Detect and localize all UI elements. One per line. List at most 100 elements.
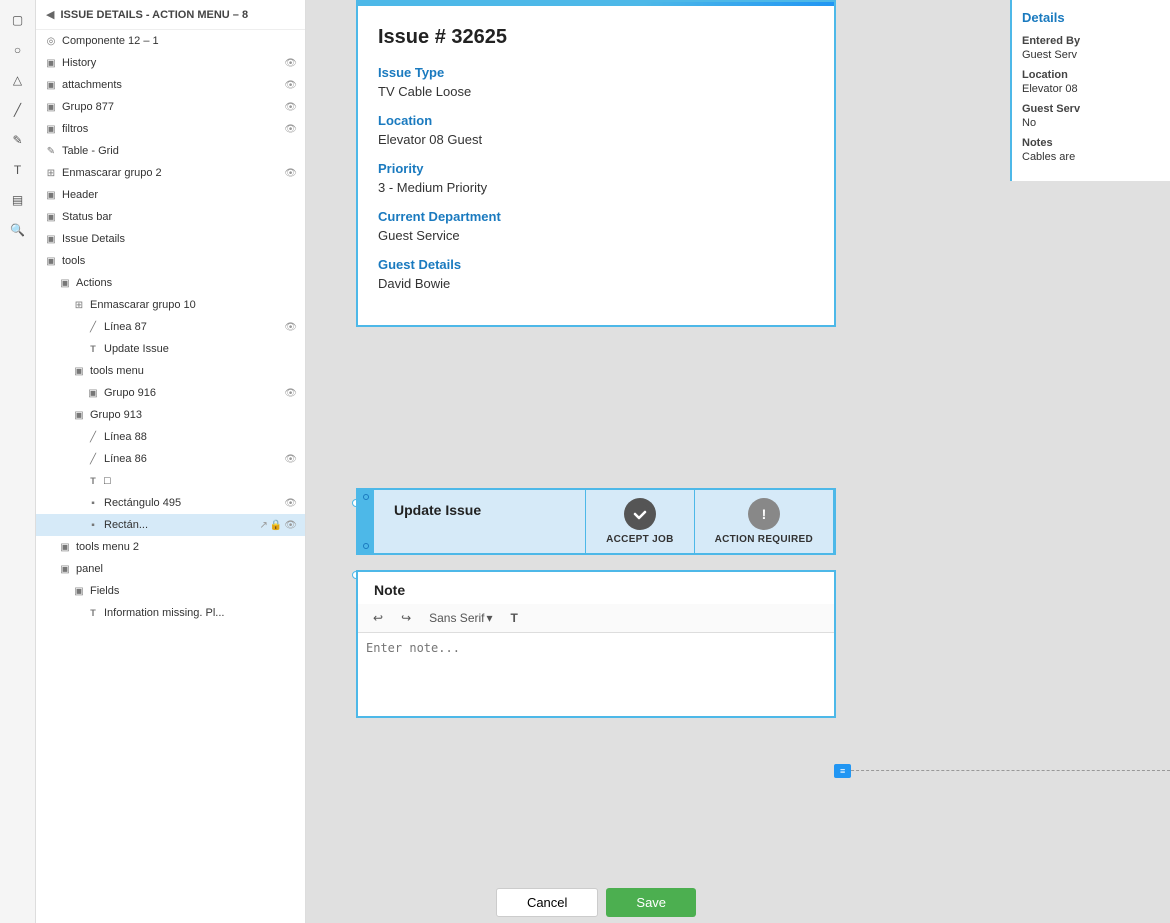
eye-icon[interactable]: 👁: [284, 520, 297, 531]
save-button[interactable]: Save: [606, 888, 696, 917]
toolbar-pen-icon[interactable]: ✎: [6, 128, 30, 152]
text-format-button[interactable]: T: [504, 608, 525, 628]
layer-issue-details[interactable]: ▣ Issue Details: [36, 228, 305, 250]
layer-panel[interactable]: ▣ panel: [36, 558, 305, 580]
update-issue-row: Update Issue ACCEPT JOB ! ACTION REQUIRE…: [356, 488, 836, 555]
eye-icon[interactable]: 👁: [284, 58, 297, 69]
eye-icon[interactable]: 👁: [284, 102, 297, 113]
external-link-icon[interactable]: ↗: [259, 520, 267, 531]
layer-rectangulo-selected[interactable]: ▪ Rectán... ↗ 🔒 👁: [36, 514, 305, 536]
layer-name: Actions: [76, 277, 297, 289]
layer-name: Information missing. Pl...: [104, 607, 297, 619]
layer-tools-menu2[interactable]: ▣ tools menu 2: [36, 536, 305, 558]
layer-name: Table - Grid: [62, 145, 297, 157]
layer-name: Línea 87: [104, 321, 280, 333]
layer-tools[interactable]: ▣ tools: [36, 250, 305, 272]
layer-info-missing[interactable]: T Information missing. Pl...: [36, 602, 305, 624]
layer-attachments[interactable]: ▣ attachments 👁: [36, 74, 305, 96]
text-icon: T: [86, 476, 100, 486]
layer-actions[interactable]: ▣ Actions: [36, 272, 305, 294]
layer-linea86[interactable]: ╱ Línea 86 👁: [36, 448, 305, 470]
layer-grupo916[interactable]: ▣ Grupo 916 👁: [36, 382, 305, 404]
issue-department-label: Current Department: [378, 209, 814, 224]
folder-icon: ▣: [86, 388, 100, 399]
eye-icon[interactable]: 👁: [284, 388, 297, 399]
layer-header[interactable]: ▣ Header: [36, 184, 305, 206]
folder-icon: ▣: [58, 278, 72, 289]
layer-textbox[interactable]: T □: [36, 470, 305, 492]
layer-name: Línea 88: [104, 431, 297, 443]
eye-icon[interactable]: 👁: [284, 80, 297, 91]
guest-service-label: Guest Serv: [1022, 103, 1160, 115]
layer-name: filtros: [62, 123, 280, 135]
note-input[interactable]: [358, 633, 834, 713]
toolbar-grid-icon[interactable]: ▤: [6, 188, 30, 212]
line-icon: ╱: [86, 432, 100, 443]
eye-icon[interactable]: 👁: [284, 322, 297, 333]
eye-icon[interactable]: 👁: [284, 168, 297, 179]
layer-name: □: [104, 475, 297, 487]
layer-statusbar[interactable]: ▣ Status bar: [36, 206, 305, 228]
lock-icon[interactable]: 🔒: [270, 520, 282, 531]
layer-table-grid[interactable]: ✎ Table - Grid: [36, 140, 305, 162]
issue-type-label: Issue Type: [378, 65, 814, 80]
toolbar-text-icon[interactable]: T: [6, 158, 30, 182]
action-required-icon: !: [748, 498, 780, 530]
font-name: Sans Serif: [429, 611, 484, 625]
line-icon: ╱: [86, 454, 100, 465]
layer-name: Enmascarar grupo 2: [62, 167, 280, 179]
undo-button[interactable]: ↩: [366, 608, 390, 628]
issue-type-value: TV Cable Loose: [378, 84, 814, 99]
detail-location-label: Location: [1022, 69, 1160, 81]
issue-priority-value: 3 - Medium Priority: [378, 180, 814, 195]
layer-history[interactable]: ▣ History 👁: [36, 52, 305, 74]
layer-name: Línea 86: [104, 453, 280, 465]
action-required-button[interactable]: ! ACTION REQUIRED: [695, 490, 834, 553]
layer-action-icons: ↗ 🔒 👁: [259, 520, 297, 531]
layer-linea88[interactable]: ╱ Línea 88: [36, 426, 305, 448]
toolbar-line-icon[interactable]: ╱: [6, 98, 30, 122]
eye-icon[interactable]: 👁: [284, 498, 297, 509]
handle-dot-top: [363, 494, 369, 500]
redo-button[interactable]: ↪: [394, 608, 418, 628]
layer-name: Update Issue: [104, 343, 297, 355]
layer-enmascarar10[interactable]: ⊞ Enmascarar grupo 10: [36, 294, 305, 316]
issue-location-value: Elevator 08 Guest: [378, 132, 814, 147]
layer-filtros[interactable]: ▣ filtros 👁: [36, 118, 305, 140]
layer-grupo913[interactable]: ▣ Grupo 913: [36, 404, 305, 426]
rect-icon: ▪: [86, 498, 100, 509]
layer-name: tools: [62, 255, 297, 267]
cancel-button[interactable]: Cancel: [496, 888, 598, 917]
folder-icon: ▣: [44, 58, 58, 69]
layer-componente[interactable]: ◎ Componente 12 – 1: [36, 30, 305, 52]
layer-rectangulo495[interactable]: ▪ Rectángulo 495 👁: [36, 492, 305, 514]
layer-enmascarar2[interactable]: ⊞ Enmascarar grupo 2 👁: [36, 162, 305, 184]
layer-fields[interactable]: ▣ Fields: [36, 580, 305, 602]
toolbar-circle-icon[interactable]: ○: [6, 38, 30, 62]
rect-icon: ▪: [86, 520, 100, 531]
entered-by-label: Entered By: [1022, 35, 1160, 47]
component-icon: ◎: [44, 36, 58, 47]
toolbar-triangle-icon[interactable]: △: [6, 68, 30, 92]
font-selector[interactable]: Sans Serif ▾: [422, 608, 499, 628]
toolbar-search-icon[interactable]: 🔍: [6, 218, 30, 242]
guest-service-value: No: [1022, 117, 1160, 129]
toolbar-select-icon[interactable]: ▢: [6, 8, 30, 32]
layer-name: Grupo 877: [62, 101, 280, 113]
layer-name: Header: [62, 189, 297, 201]
folder-icon: ▣: [72, 586, 86, 597]
layer-tools-menu[interactable]: ▣ tools menu: [36, 360, 305, 382]
layer-grupo877[interactable]: ▣ Grupo 877 👁: [36, 96, 305, 118]
layer-update-issue[interactable]: T Update Issue: [36, 338, 305, 360]
issue-panel: Issue # 32625 Issue Type TV Cable Loose …: [356, 0, 836, 327]
layers-list: ◎ Componente 12 – 1 ▣ History 👁 ▣ attach…: [36, 30, 305, 923]
layer-linea87[interactable]: ╱ Línea 87 👁: [36, 316, 305, 338]
eye-icon[interactable]: 👁: [284, 454, 297, 465]
accept-job-button[interactable]: ACCEPT JOB: [586, 490, 694, 553]
issue-priority-label: Priority: [378, 161, 814, 176]
back-arrow[interactable]: ◀: [46, 8, 54, 21]
pen-icon: ✎: [44, 146, 58, 157]
eye-icon[interactable]: 👁: [284, 124, 297, 135]
update-issue-label: Update Issue: [374, 490, 585, 553]
layer-name: attachments: [62, 79, 280, 91]
